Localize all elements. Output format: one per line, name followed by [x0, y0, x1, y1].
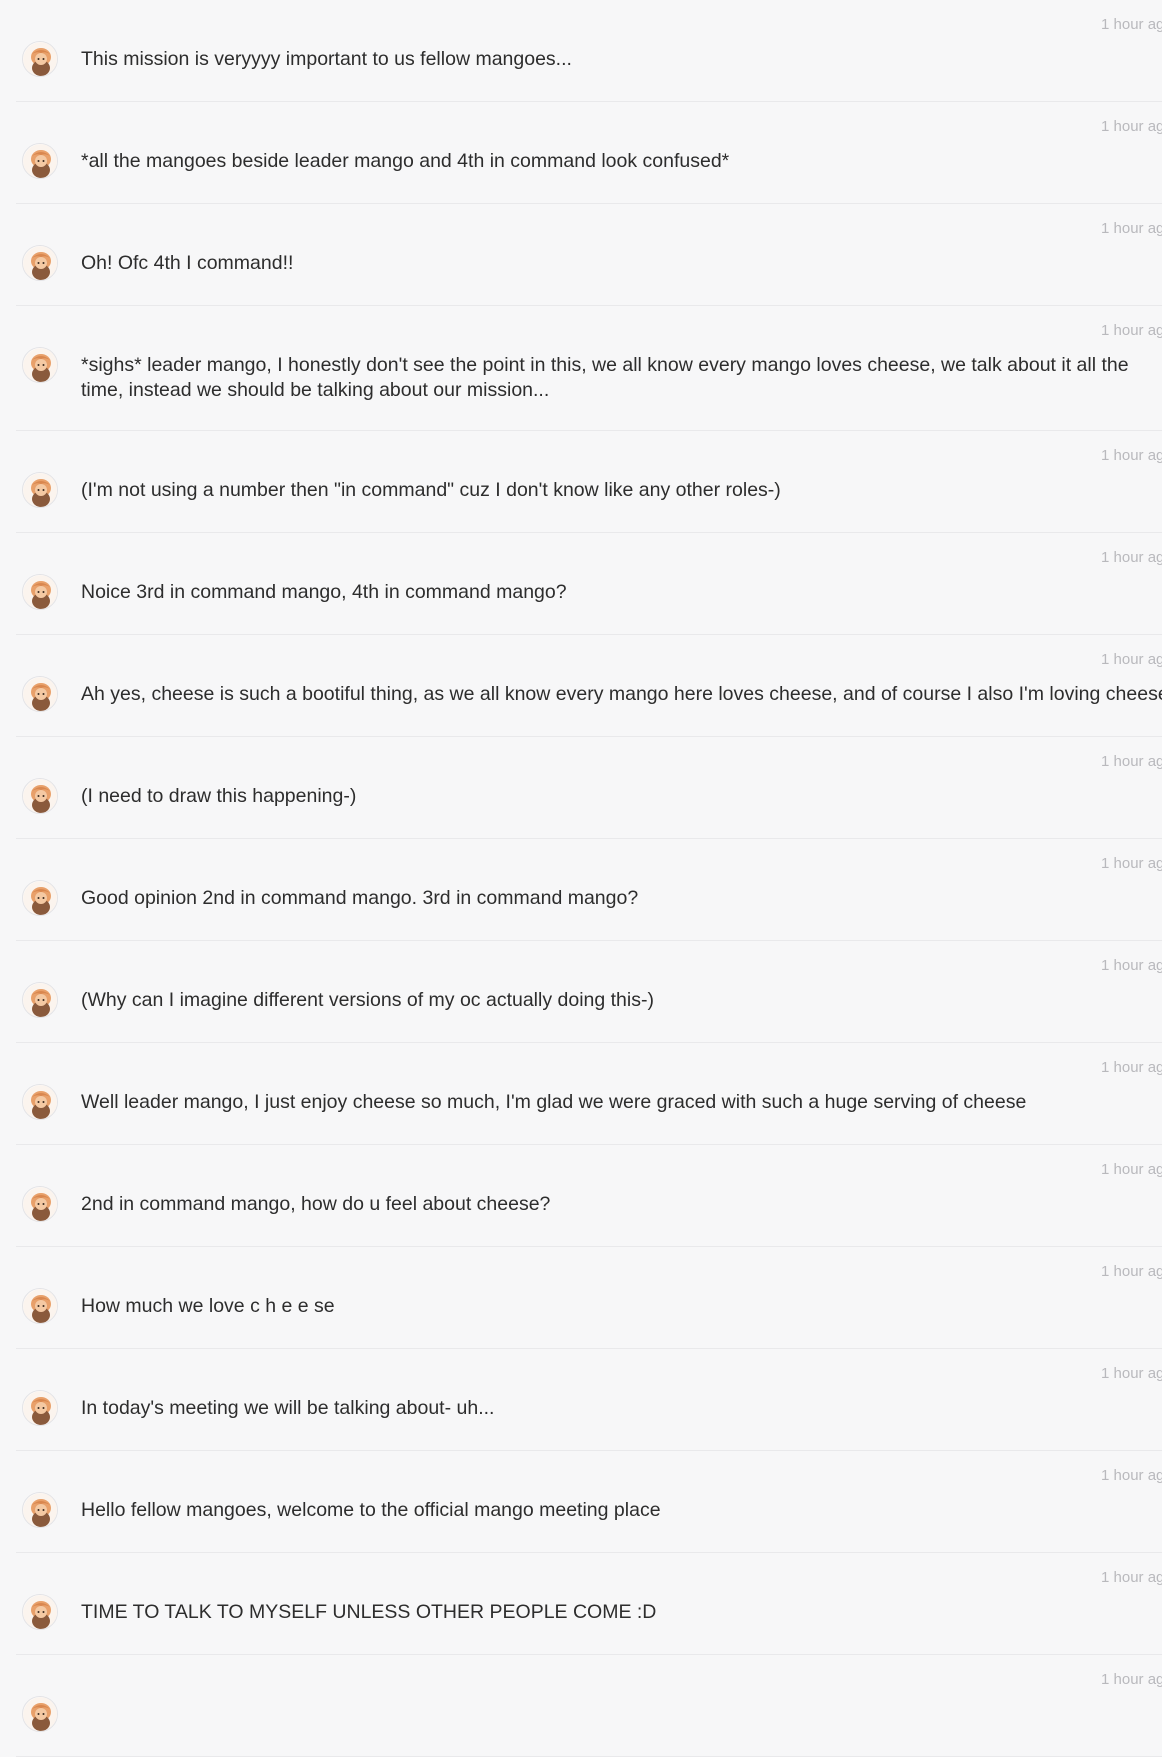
message-item: 1 hour ago (I need to draw this happenin… — [16, 737, 1162, 839]
avatar-icon — [23, 1493, 57, 1527]
message-text: Noice 3rd in command mango, 4th in comma… — [81, 581, 567, 603]
user-avatar[interactable] — [22, 245, 58, 281]
message-timestamp: 1 hour ago — [1101, 1467, 1162, 1484]
message-text: 2nd in command mango, how do u feel abou… — [81, 1193, 551, 1215]
message-item: 1 hour ago Good opinion 2nd in command m… — [16, 839, 1162, 941]
message-text: In today's meeting we will be talking ab… — [81, 1397, 495, 1419]
user-avatar[interactable] — [22, 1288, 58, 1324]
message-text: TIME TO TALK TO MYSELF UNLESS OTHER PEOP… — [81, 1601, 657, 1623]
avatar-icon — [23, 42, 57, 76]
avatar-icon — [23, 144, 57, 178]
message-feed: 1 hour ago This mission is veryyyy impor… — [0, 0, 1162, 1757]
message-text: Good opinion 2nd in command mango. 3rd i… — [81, 887, 639, 909]
message-timestamp: 1 hour ago — [1101, 753, 1162, 770]
user-avatar[interactable] — [22, 143, 58, 179]
avatar-icon — [23, 1289, 57, 1323]
message-timestamp: 1 hour ago — [1101, 651, 1162, 668]
message-timestamp: 1 hour ago — [1101, 1569, 1162, 1586]
message-timestamp: 1 hour ago — [1101, 1365, 1162, 1382]
user-avatar[interactable] — [22, 778, 58, 814]
message-timestamp: 1 hour ago — [1101, 118, 1162, 135]
message-timestamp: 1 hour ago — [1101, 220, 1162, 237]
message-item: 1 hour ago Oh! Ofc 4th I command!! — [16, 204, 1162, 306]
message-timestamp: 1 hour ago — [1101, 1059, 1162, 1076]
message-text: (Why can I imagine different versions of… — [81, 989, 654, 1011]
user-avatar[interactable] — [22, 472, 58, 508]
avatar-icon — [23, 677, 57, 711]
message-text: Hello fellow mangoes, welcome to the off… — [81, 1499, 661, 1521]
message-item: 1 hour ago How much we love c h e e se — [16, 1247, 1162, 1349]
message-text: This mission is veryyyy important to us … — [81, 48, 572, 70]
message-item: 1 hour ago 2nd in command mango, how do … — [16, 1145, 1162, 1247]
message-text: Well leader mango, I just enjoy cheese s… — [81, 1091, 1027, 1113]
message-timestamp: 1 hour ago — [1101, 855, 1162, 872]
avatar-icon — [23, 1391, 57, 1425]
avatar-icon — [23, 1187, 57, 1221]
avatar-icon — [23, 1697, 57, 1731]
message-timestamp: 1 hour ago — [1101, 549, 1162, 566]
message-item: 1 hour ago Ah yes, cheese is such a boot… — [16, 635, 1162, 737]
avatar-icon — [23, 246, 57, 280]
message-item: 1 hour ago Hello fellow mangoes, welcome… — [16, 1451, 1162, 1553]
user-avatar[interactable] — [22, 880, 58, 916]
message-item: 1 hour ago (Why can I imagine different … — [16, 941, 1162, 1043]
message-text: How much we love c h e e se — [81, 1295, 335, 1317]
user-avatar[interactable] — [22, 347, 58, 383]
avatar-icon — [23, 983, 57, 1017]
user-avatar[interactable] — [22, 41, 58, 77]
user-avatar[interactable] — [22, 574, 58, 610]
message-timestamp: 1 hour ago — [1101, 957, 1162, 974]
message-item: 1 hour ago TIME TO TALK TO MYSELF UNLESS… — [16, 1553, 1162, 1655]
message-item: 1 hour ago This mission is veryyyy impor… — [16, 0, 1162, 102]
user-avatar[interactable] — [22, 1390, 58, 1426]
message-item: 1 hour ago Noice 3rd in command mango, 4… — [16, 533, 1162, 635]
message-timestamp: 1 hour ago — [1101, 322, 1162, 339]
message-item: 1 hour ago *all the mangoes beside leade… — [16, 102, 1162, 204]
avatar-icon — [23, 1085, 57, 1119]
message-item: 1 hour ago — [16, 1655, 1162, 1757]
message-timestamp: 1 hour ago — [1101, 1671, 1162, 1688]
avatar-icon — [23, 779, 57, 813]
message-text: *all the mangoes beside leader mango and… — [81, 150, 730, 172]
message-item: 1 hour ago (I'm not using a number then … — [16, 431, 1162, 533]
message-text: *sighs* leader mango, I honestly don't s… — [81, 354, 1129, 401]
message-text: Ah yes, cheese is such a bootiful thing,… — [81, 683, 1162, 705]
avatar-icon — [23, 473, 57, 507]
message-timestamp: 1 hour ago — [1101, 1263, 1162, 1280]
message-text: (I need to draw this happening-) — [81, 785, 357, 807]
user-avatar[interactable] — [22, 982, 58, 1018]
avatar-icon — [23, 575, 57, 609]
message-item: 1 hour ago Well leader mango, I just enj… — [16, 1043, 1162, 1145]
avatar-icon — [23, 881, 57, 915]
message-item: 1 hour ago *sighs* leader mango, I hones… — [16, 306, 1162, 431]
user-avatar[interactable] — [22, 1492, 58, 1528]
user-avatar[interactable] — [22, 1186, 58, 1222]
message-text: (I'm not using a number then "in command… — [81, 479, 781, 501]
message-timestamp: 1 hour ago — [1101, 1161, 1162, 1178]
message-timestamp: 1 hour ago — [1101, 16, 1162, 33]
avatar-icon — [23, 1595, 57, 1629]
message-item: 1 hour ago In today's meeting we will be… — [16, 1349, 1162, 1451]
user-avatar[interactable] — [22, 1084, 58, 1120]
user-avatar[interactable] — [22, 1594, 58, 1630]
avatar-icon — [23, 348, 57, 382]
message-text: Oh! Ofc 4th I command!! — [81, 252, 294, 274]
user-avatar[interactable] — [22, 1696, 58, 1732]
message-timestamp: 1 hour ago — [1101, 447, 1162, 464]
user-avatar[interactable] — [22, 676, 58, 712]
